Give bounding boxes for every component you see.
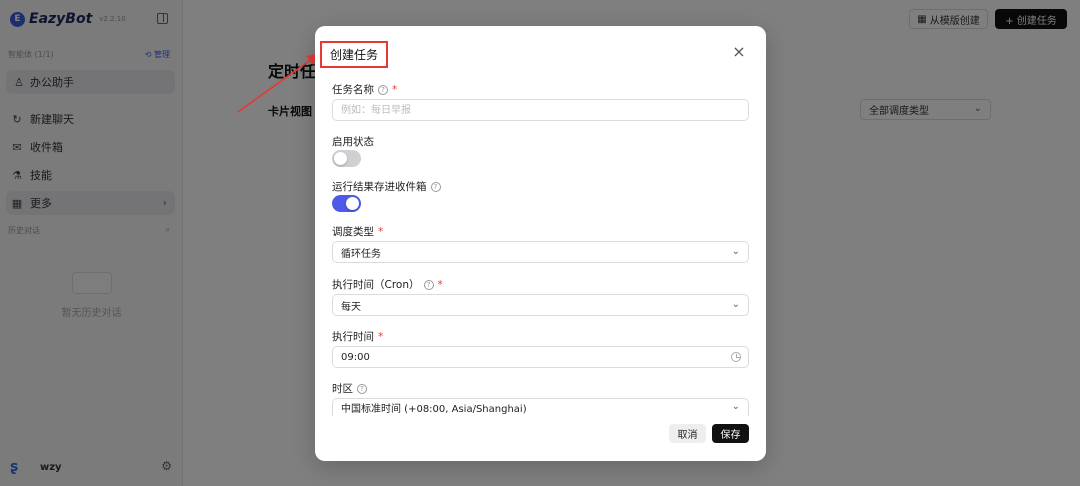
save-inbox-toggle[interactable] (332, 195, 361, 212)
enable-label-text: 启用状态 (332, 136, 374, 148)
help-icon[interactable]: ? (357, 383, 367, 394)
create-task-dialog: 创建任务 × 任务名称 ? * 启用状态 运行结果存进收件箱 ? 调度类型 * … (315, 26, 766, 461)
cron-select[interactable]: 每天 ⌄ (332, 294, 749, 316)
enable-toggle[interactable] (332, 150, 361, 167)
exec-time-label: 执行时间 * (332, 329, 383, 344)
exec-time-picker[interactable]: 09:00 (332, 346, 749, 368)
task-name-label: 任务名称 ? * (332, 82, 397, 97)
task-name-label-text: 任务名称 (332, 84, 374, 96)
dialog-title: 创建任务 (320, 41, 388, 68)
cancel-button[interactable]: 取消 (669, 424, 706, 443)
required-marker: * (392, 83, 398, 96)
cron-label: 执行时间（Cron） ? * (332, 277, 443, 292)
toggle-knob (334, 152, 347, 165)
help-icon[interactable]: ? (430, 181, 441, 192)
save-button[interactable]: 保存 (712, 424, 749, 443)
save-inbox-label: 运行结果存进收件箱 ? (332, 179, 441, 194)
close-icon[interactable]: × (731, 44, 747, 60)
schedule-type-select[interactable]: 循环任务 ⌄ (332, 241, 749, 263)
schedule-type-label: 调度类型 * (332, 224, 383, 239)
chevron-down-icon: ⌄ (731, 401, 740, 412)
chevron-down-icon: ⌄ (731, 299, 740, 310)
schedule-type-label-text: 调度类型 (332, 226, 374, 238)
schedule-type-value: 循环任务 (341, 248, 381, 260)
help-icon[interactable]: ? (378, 84, 388, 95)
exec-time-value: 09:00 (341, 351, 370, 363)
timezone-value: 中国标准时间 (+08:00, Asia/Shanghai) (341, 404, 527, 415)
timezone-select[interactable]: 中国标准时间 (+08:00, Asia/Shanghai) ⌄ (332, 398, 749, 416)
toggle-knob (346, 197, 359, 210)
timezone-label-text: 时区 (332, 383, 353, 395)
help-icon[interactable]: ? (423, 279, 434, 290)
exec-time-label-text: 执行时间 (332, 331, 374, 343)
cron-value: 每天 (341, 301, 361, 313)
save-inbox-label-text: 运行结果存进收件箱 (332, 181, 427, 193)
enable-label: 启用状态 (332, 134, 374, 149)
task-name-input[interactable] (332, 99, 749, 121)
timezone-label: 时区 ? (332, 381, 367, 396)
cron-label-text: 执行时间（Cron） (332, 279, 420, 291)
chevron-down-icon: ⌄ (731, 246, 740, 257)
required-marker: * (378, 330, 384, 343)
clock-icon (731, 352, 741, 362)
required-marker: * (378, 225, 384, 238)
required-marker: * (437, 278, 443, 291)
